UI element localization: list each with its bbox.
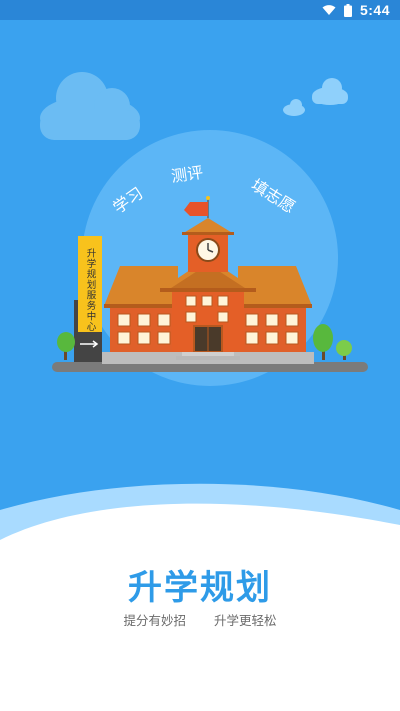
tree-icon <box>313 324 333 360</box>
tree-icon <box>57 332 75 360</box>
sign-text: 升学规划服务中心 <box>85 248 97 332</box>
cloud-icon <box>312 78 348 105</box>
slogan-right: 升学更轻松 <box>213 613 277 628</box>
cloud-icon <box>40 72 140 140</box>
slogan-left: 提分有妙招 <box>123 613 186 628</box>
clock-icon <box>196 238 220 262</box>
cloud-icon <box>283 99 305 116</box>
tree-icon <box>336 340 352 360</box>
app-slogan: 提分有妙招 升学更轻松 <box>0 610 400 629</box>
app-title: 升学规划 <box>128 568 272 608</box>
